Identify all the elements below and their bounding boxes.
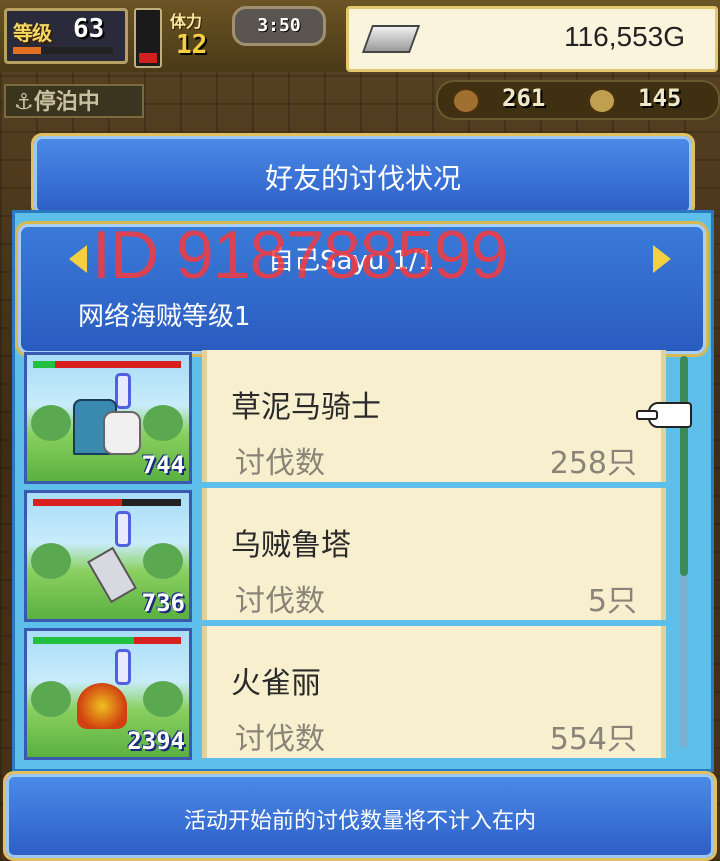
footer-note-bar: 活动开始前的讨伐数量将不计入在内 xyxy=(6,774,714,858)
stamina-gauge-fill xyxy=(139,53,157,63)
kill-label: 讨伐数 xyxy=(235,584,325,619)
monster-thumbnail: 736 xyxy=(24,490,192,622)
monster-name: 乌贼鲁塔 xyxy=(231,528,351,563)
tree-shape xyxy=(143,543,183,579)
coin-icon xyxy=(588,88,616,114)
status-text: 停泊中 xyxy=(33,90,100,115)
resource2-value: 145 xyxy=(638,84,682,112)
watermark: ID 918788599 xyxy=(92,217,508,293)
kill-label: 讨伐数 xyxy=(235,722,325,757)
tree-shape xyxy=(143,405,183,441)
monster-card[interactable]: 乌贼鲁塔 讨伐数 5只 xyxy=(202,488,666,620)
kill-label: 讨伐数 xyxy=(235,446,325,481)
hp-bar xyxy=(33,361,181,368)
monster-card[interactable]: 草泥马骑士 讨伐数 258只 xyxy=(202,350,666,482)
spirit-icon xyxy=(115,373,131,409)
gold-display[interactable]: 116,553G xyxy=(346,6,718,72)
stamina-value: 12 xyxy=(176,30,208,60)
spirit-icon xyxy=(115,649,131,685)
clock: 3:50 xyxy=(232,6,326,46)
kill-count: 5只 xyxy=(587,584,637,619)
level-progress-bar xyxy=(13,47,113,54)
kill-count: 258只 xyxy=(549,446,637,481)
hp-bar xyxy=(33,637,181,644)
squid-icon xyxy=(87,546,137,604)
hp-fill xyxy=(33,637,134,644)
tree-shape xyxy=(31,543,71,579)
monster-number: 744 xyxy=(141,451,185,479)
stamina-label: 体力 xyxy=(170,12,203,31)
hp-fill xyxy=(33,361,56,368)
next-arrow-icon[interactable] xyxy=(653,245,671,273)
dialog-title-bar: 好友的讨伐状况 xyxy=(34,136,692,214)
hp-fill xyxy=(33,499,122,506)
tree-shape xyxy=(31,405,71,441)
monster-thumbnail: 2394 xyxy=(24,628,192,760)
fire-bird-icon xyxy=(77,683,127,729)
silver-bar-icon xyxy=(361,25,421,53)
resource-bar: 261 145 xyxy=(436,80,720,120)
prev-arrow-icon[interactable] xyxy=(69,245,87,273)
list-item[interactable]: 2394 火雀丽 讨伐数 554只 xyxy=(22,626,672,760)
resource1-value: 261 xyxy=(502,84,546,112)
gold-value: 116,553G xyxy=(564,21,685,52)
footer-note: 活动开始前的讨伐数量将不计入在内 xyxy=(183,809,536,834)
level-progress-fill xyxy=(13,47,41,54)
tree-shape xyxy=(31,681,71,717)
list-item[interactable]: 736 乌贼鲁塔 讨伐数 5只 xyxy=(22,488,672,622)
monster-number: 2394 xyxy=(127,727,185,755)
anchor-icon: ⚓ xyxy=(14,90,34,115)
monster-card[interactable]: 火雀丽 讨伐数 554只 xyxy=(202,626,666,758)
stamina-gauge xyxy=(134,8,162,68)
anchor-status-badge: ⚓停泊中 xyxy=(4,84,144,118)
monster-thumbnail: 744 xyxy=(24,352,192,484)
barrel-icon xyxy=(452,88,480,114)
level-box: 等级 63 xyxy=(4,8,128,64)
scrollbar-thumb[interactable] xyxy=(680,356,688,576)
kill-count: 554只 xyxy=(549,722,637,757)
monster-name: 火雀丽 xyxy=(231,666,321,701)
top-hud: 等级 63 体力 12 3:50 116,553G xyxy=(0,0,720,72)
hp-bar xyxy=(33,499,181,506)
monster-number: 736 xyxy=(141,589,185,617)
llama-icon xyxy=(103,411,141,455)
spirit-icon xyxy=(115,511,131,547)
dialog-title: 好友的讨伐状况 xyxy=(264,162,461,195)
level-value: 63 xyxy=(73,14,105,44)
pointing-hand-icon xyxy=(636,402,692,428)
list-item[interactable]: 744 草泥马骑士 讨伐数 258只 xyxy=(22,350,672,484)
tree-shape xyxy=(143,681,183,717)
level-label: 等级 xyxy=(13,21,52,45)
monster-name: 草泥马骑士 xyxy=(231,390,381,425)
pirate-level: 网络海贼等级1 xyxy=(78,302,251,332)
